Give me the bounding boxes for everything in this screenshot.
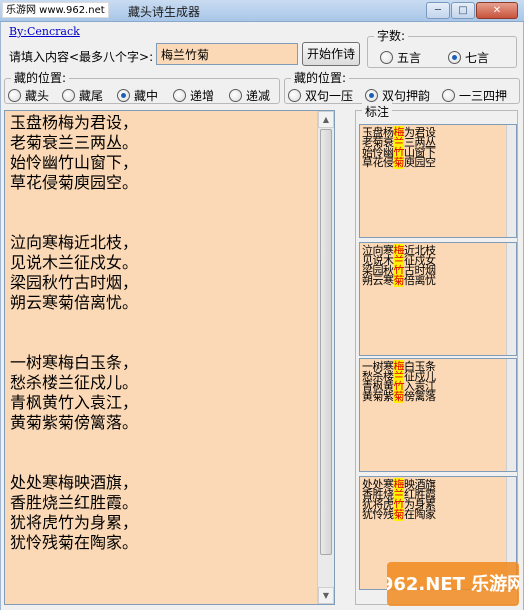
radio-tail[interactable]: 藏尾 [62, 87, 103, 104]
window-title: 藏头诗生成器 [128, 5, 201, 19]
site-logo-watermark: 962.NET 乐游网 [387, 562, 519, 606]
poem-text: 玉盘杨梅为君设， 老菊衰兰三两丛。 始怜幽竹山窗下， 草花侵菊庾园空。 泣向寒梅… [10, 113, 139, 552]
minimize-icon[interactable]: ─ [426, 2, 450, 19]
note-line-highlight: 菊 [393, 156, 404, 169]
author-link[interactable]: By:Cencrack [9, 25, 80, 38]
content-input[interactable] [156, 43, 298, 65]
radio-head-icon [8, 89, 21, 102]
note-line-highlight: 菊 [393, 508, 404, 521]
hide-position-group: 藏的位置: 藏头 藏尾 藏中 递增 递减 [4, 71, 280, 104]
title-bar[interactable]: 乐游网 www.962.net 藏头诗生成器 ─ □ ✕ [0, 0, 524, 22]
radio-middle-label: 藏中 [134, 89, 159, 103]
radio-rhyme-1[interactable]: 双句一压 [288, 87, 353, 104]
radio-increase[interactable]: 递增 [173, 87, 214, 104]
radio-rhyme-1-icon [288, 89, 301, 102]
rhyme-group: 藏的位置: 双句一压 双句押韵 一三四押 [284, 71, 520, 104]
note-line-pre: 犹怜残 [362, 508, 394, 521]
note-line-post: 傍篱落 [404, 390, 436, 403]
note-scrollbar[interactable] [506, 125, 516, 237]
scroll-up-icon[interactable]: ▲ [318, 111, 334, 128]
note-scrollbar[interactable] [506, 243, 516, 355]
scroll-thumb[interactable] [320, 129, 332, 555]
note-text: 一树寒梅白玉条 愁杀楼兰征戍儿 青枫黄竹入袁江 黄菊紫菊傍篱落 [362, 360, 436, 403]
radio-tail-icon [62, 89, 75, 102]
note-line-pre: 草花侵 [362, 156, 394, 169]
notes-title: 标注 [362, 103, 393, 120]
note-line-pre: 朔云寒 [362, 274, 394, 287]
radio-decrease-icon [229, 89, 242, 102]
radio-decrease[interactable]: 递减 [229, 87, 270, 104]
note-card-3[interactable]: 一树寒梅白玉条 愁杀楼兰征戍儿 青枫黄竹入袁江 黄菊紫菊傍篱落 [359, 358, 517, 472]
note-line: 犹怜残菊在陶家 [362, 508, 436, 521]
radio-five-icon [380, 51, 393, 64]
radio-seven-icon [448, 51, 461, 64]
start-button[interactable]: 开始作诗 [302, 42, 360, 66]
radio-seven-label: 七言 [465, 51, 490, 65]
note-line: 草花侵菊庾园空 [362, 156, 436, 169]
radio-rhyme-3-label: 一三四押 [459, 89, 508, 103]
note-text: 泣向寒梅近北枝 见说木兰征戍女 梁园秋竹古时烟 朔云寒菊倍离忧 [362, 244, 436, 287]
maximize-icon[interactable]: □ [451, 2, 475, 19]
note-line-highlight: 菊 [393, 390, 404, 403]
note-line-pre: 黄菊紫 [362, 390, 394, 403]
radio-rhyme-2[interactable]: 双句押韵 [365, 87, 430, 104]
note-line: 朔云寒菊倍离忧 [362, 274, 436, 287]
note-line-post: 倍离忧 [404, 274, 436, 287]
radio-increase-icon [173, 89, 186, 102]
note-scrollbar[interactable] [506, 359, 516, 471]
radio-decrease-label: 递减 [246, 89, 271, 103]
radio-tail-label: 藏尾 [79, 89, 104, 103]
note-line-highlight: 菊 [393, 274, 404, 287]
input-label: 请填入内容<最多八个字>: [9, 50, 154, 64]
radio-rhyme-3[interactable]: 一三四押 [442, 87, 507, 104]
char-count-legend: 字数: [374, 29, 409, 43]
close-icon[interactable]: ✕ [476, 2, 518, 19]
note-text: 处处寒梅映酒旗 香胜烧兰红胜霞 犹将虎竹为身累 犹怜残菊在陶家 [362, 478, 436, 521]
char-count-group: 字数: 五言 七言 [367, 29, 517, 68]
note-text: 玉盘杨梅为君设 老菊衰兰三两丛 始怜幽竹山窗下 草花侵菊庾园空 [362, 126, 436, 169]
radio-middle-icon [117, 89, 130, 102]
radio-rhyme-3-icon [442, 89, 455, 102]
poem-scrollbar[interactable]: ▲ ▼ [317, 111, 334, 604]
note-line-post: 庾园空 [404, 156, 436, 169]
radio-rhyme-2-label: 双句押韵 [382, 89, 431, 103]
radio-head-label: 藏头 [25, 89, 50, 103]
radio-five[interactable]: 五言 [380, 49, 421, 66]
radio-rhyme-1-label: 双句一压 [305, 89, 354, 103]
window-controls: ─ □ ✕ [426, 2, 518, 19]
note-card-1[interactable]: 玉盘杨梅为君设 老菊衰兰三两丛 始怜幽竹山窗下 草花侵菊庾园空 [359, 124, 517, 238]
note-card-2[interactable]: 泣向寒梅近北枝 见说木兰征戍女 梁园秋竹古时烟 朔云寒菊倍离忧 [359, 242, 517, 356]
hide-position-legend: 藏的位置: [11, 71, 70, 85]
poem-output[interactable]: 玉盘杨梅为君设， 老菊衰兰三两丛。 始怜幽竹山窗下， 草花侵菊庾园空。 泣向寒梅… [4, 110, 335, 605]
radio-increase-label: 递增 [190, 89, 215, 103]
main-window: By:Cencrack 请填入内容<最多八个字>: 开始作诗 字数: 五言 七言… [0, 22, 524, 610]
radio-middle[interactable]: 藏中 [117, 87, 158, 104]
radio-head[interactable]: 藏头 [8, 87, 49, 104]
rhyme-legend: 藏的位置: [291, 71, 350, 85]
scroll-down-icon[interactable]: ▼ [318, 587, 334, 604]
note-line: 黄菊紫菊傍篱落 [362, 390, 436, 403]
note-line-post: 在陶家 [404, 508, 436, 521]
radio-five-label: 五言 [397, 51, 422, 65]
site-logo-text: 962.NET 乐游网 [387, 573, 519, 595]
radio-rhyme-2-icon [365, 89, 378, 102]
radio-seven[interactable]: 七言 [448, 49, 489, 66]
site-watermark: 乐游网 www.962.net [2, 2, 109, 18]
